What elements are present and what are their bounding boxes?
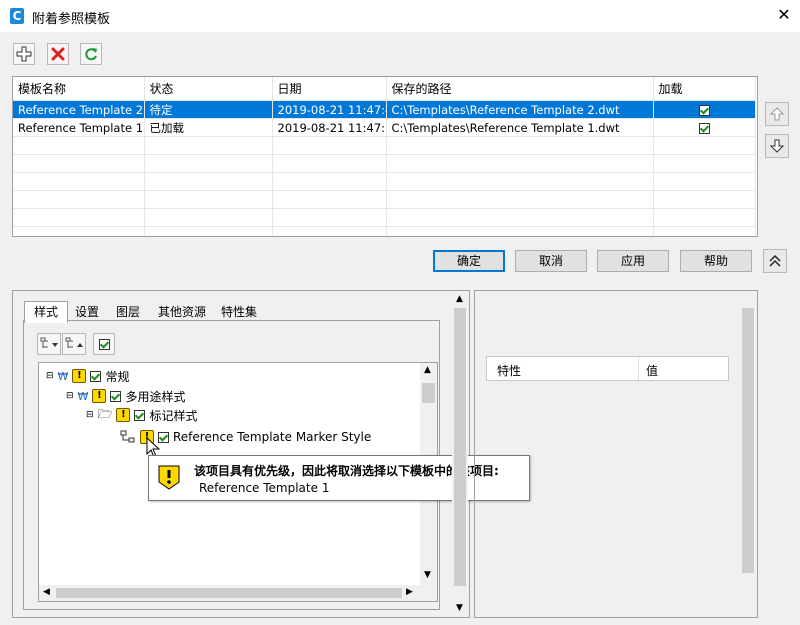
column-header-status[interactable]: 状态 (144, 77, 273, 101)
panel-scroll-thumb[interactable] (454, 308, 466, 586)
add-icon (16, 46, 32, 62)
empty-row (13, 172, 756, 191)
tree-node-general[interactable]: ⊟ ₩ ! 常规 (46, 367, 129, 385)
cell-path: C:\Templates\Reference Template 2.dwt (386, 100, 654, 119)
tree-hscroll-thumb[interactable] (56, 588, 402, 598)
properties-scroll-thumb[interactable] (742, 308, 754, 573)
scroll-down-arrow-icon[interactable]: ▼ (424, 570, 431, 580)
empty-row (13, 226, 756, 236)
window-title: 附着参照模板 (32, 12, 111, 27)
arrow-up-icon (769, 107, 785, 121)
collapse-all-button[interactable] (62, 333, 86, 355)
collapse-button[interactable] (763, 249, 787, 273)
tree-checkbox[interactable] (90, 370, 102, 382)
cell-status: 已加载 (144, 118, 273, 137)
warning-large-icon (158, 465, 180, 490)
tab-property-sets[interactable]: 特性集 (214, 302, 264, 322)
cell-load (653, 118, 756, 137)
load-checkbox[interactable] (698, 122, 710, 134)
marker-style-icon (120, 430, 135, 443)
warning-icon: ! (72, 369, 87, 383)
double-chevron-up-icon (769, 254, 781, 267)
properties-panel (474, 290, 758, 618)
arrow-down-icon (769, 139, 785, 153)
expand-all-button[interactable] (37, 333, 61, 355)
empty-row (13, 154, 756, 173)
style-group-icon: ₩ (77, 389, 89, 403)
tree-scroll-thumb[interactable] (422, 383, 435, 403)
scroll-up-arrow-icon[interactable]: ▲ (424, 365, 431, 375)
delete-icon (51, 47, 65, 61)
apply-button[interactable]: 应用 (597, 250, 669, 272)
tree-node-label: 标记样式 (149, 408, 198, 423)
column-divider (638, 357, 639, 380)
tab-settings[interactable]: 设置 (68, 302, 106, 322)
warning-icon: ! (92, 389, 107, 403)
table-header: 模板名称 状态 日期 保存的路径 加载 (13, 77, 756, 101)
tree-node-multipurpose[interactable]: ⊟ ₩ ! 多用途样式 (66, 387, 185, 405)
column-header-name[interactable]: 模板名称 (13, 77, 145, 101)
cell-name: Reference Template 1 (13, 118, 145, 137)
property-column-header[interactable]: 特性 (497, 362, 521, 379)
empty-row (13, 190, 756, 209)
ok-button[interactable]: 确定 (433, 250, 505, 272)
title-bar (0, 0, 800, 32)
close-icon[interactable]: ✕ (772, 4, 796, 26)
cell-status: 待定 (144, 100, 273, 119)
cell-load (653, 100, 756, 119)
panel-scroll-up-icon[interactable]: ▲ (456, 294, 463, 304)
add-template-button[interactable] (13, 43, 35, 65)
scroll-right-arrow-icon[interactable]: ▶ (406, 587, 413, 597)
table-row[interactable]: Reference Template 1 已加载 2019-08-21 11:4… (13, 118, 756, 137)
empty-row (13, 208, 756, 227)
collapse-toggle-icon[interactable]: ⊟ (66, 391, 74, 401)
column-header-path[interactable]: 保存的路径 (386, 77, 654, 101)
expand-tree-icon (40, 337, 58, 348)
open-folder-icon: 🗁 (97, 406, 113, 421)
cell-path: C:\Templates\Reference Template 1.dwt (386, 118, 654, 137)
column-header-date[interactable]: 日期 (272, 77, 387, 101)
help-button[interactable]: 帮助 (680, 250, 752, 272)
load-checkbox[interactable] (698, 104, 710, 116)
cancel-button[interactable]: 取消 (515, 250, 587, 272)
panel-scroll-down-icon[interactable]: ▼ (456, 603, 463, 613)
check-all-icon (98, 338, 110, 350)
check-all-button[interactable] (93, 333, 115, 355)
tree-checkbox[interactable] (110, 390, 122, 402)
properties-header: 特性 值 (486, 356, 729, 381)
priority-tooltip: 该项目具有优先级，因此将取消选择以下模板中的该项目: Reference Tem… (148, 455, 530, 501)
refresh-button[interactable] (80, 43, 102, 65)
move-down-button[interactable] (765, 134, 789, 158)
empty-row (13, 136, 756, 155)
template-table[interactable]: 模板名称 状态 日期 保存的路径 加载 Reference Template 2… (12, 76, 758, 237)
tree-node-label: 常规 (105, 369, 130, 384)
tab-other-resources[interactable]: 其他资源 (150, 302, 214, 322)
cell-date: 2019-08-21 11:47:17 (272, 118, 387, 137)
collapse-toggle-icon[interactable]: ⊟ (46, 371, 54, 381)
cell-date: 2019-08-21 11:47:47 (272, 100, 387, 119)
style-group-icon: ₩ (57, 369, 69, 383)
tab-layers[interactable]: 图层 (108, 302, 148, 322)
tree-node-label: Reference Template Marker Style (173, 430, 372, 444)
value-column-header[interactable]: 值 (646, 362, 658, 379)
collapse-tree-icon (65, 337, 83, 348)
warning-icon: ! (116, 408, 131, 422)
table-row[interactable]: Reference Template 2 待定 2019-08-21 11:47… (13, 100, 756, 119)
cell-name: Reference Template 2 (13, 100, 145, 119)
column-header-load[interactable]: 加载 (653, 77, 756, 101)
refresh-icon (85, 48, 97, 61)
tree-checkbox[interactable] (134, 409, 146, 421)
tooltip-detail: Reference Template 1 (199, 481, 330, 495)
app-logo-icon: C (10, 8, 24, 24)
tree-node-label: 多用途样式 (125, 389, 186, 404)
tab-styles[interactable]: 样式 (24, 301, 68, 323)
delete-template-button[interactable] (47, 43, 69, 65)
scroll-left-arrow-icon[interactable]: ◀ (43, 587, 50, 597)
collapse-toggle-icon[interactable]: ⊟ (86, 410, 94, 420)
move-up-button[interactable] (765, 102, 789, 126)
tree-node-marker-styles[interactable]: ⊟ 🗁 ! 标记样式 (86, 406, 197, 424)
